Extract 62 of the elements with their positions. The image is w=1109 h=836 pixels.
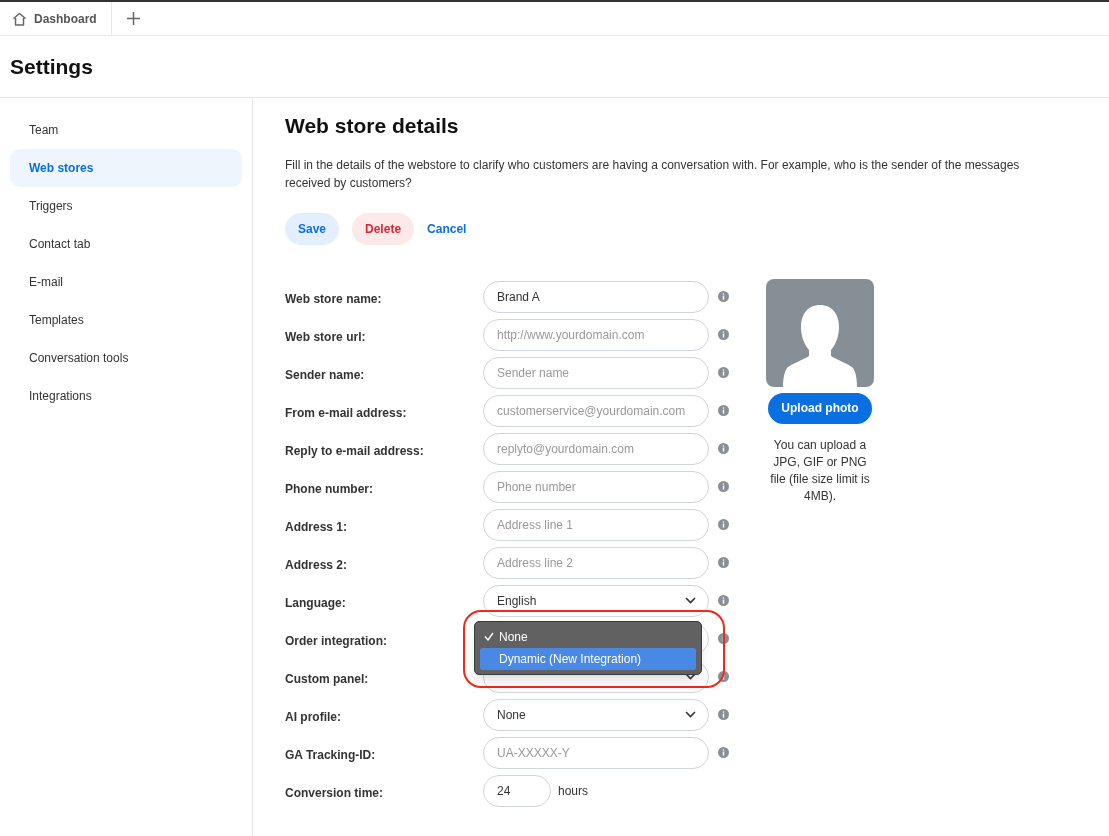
sidebar-item[interactable]: Triggers — [10, 187, 242, 225]
checkmark-icon — [484, 632, 494, 641]
field-label: Custom panel: — [285, 670, 370, 688]
plus-icon — [127, 12, 141, 25]
text-field[interactable]: customerservice@yourdomain.com — [483, 394, 709, 427]
unit-label: hours — [558, 782, 589, 800]
sidebar-item[interactable]: Conversation tools — [10, 339, 242, 377]
sidebar-item[interactable]: Templates — [10, 301, 242, 339]
section-title: Web store details — [285, 113, 459, 139]
field-label: Reply to e-mail address: — [285, 442, 425, 460]
page-title: Settings — [10, 53, 93, 80]
text-field[interactable]: Sender name — [483, 356, 709, 389]
field-label: From e-mail address: — [285, 404, 408, 422]
info-icon — [718, 595, 729, 606]
field-label: Web store name: — [285, 290, 383, 308]
info-icon — [718, 671, 729, 682]
text-field[interactable]: Brand A — [483, 280, 709, 313]
text-field[interactable]: Phone number — [483, 470, 709, 503]
field-label: Address 1: — [285, 518, 349, 536]
sidebar-item[interactable]: Team — [10, 111, 242, 149]
field-label: Sender name: — [285, 366, 366, 384]
info-icon — [718, 329, 729, 340]
field-label: Language: — [285, 594, 347, 612]
field-label: Web store url: — [285, 328, 367, 346]
save-button[interactable]: Save — [285, 212, 340, 245]
info-icon — [718, 519, 729, 530]
field-label: Address 2: — [285, 556, 349, 574]
info-icon — [718, 557, 729, 568]
field-label: AI profile: — [285, 708, 342, 726]
chevron-down-icon — [685, 711, 696, 718]
sidebar-item[interactable]: Contact tab — [10, 225, 242, 263]
field-label: Order integration: — [285, 632, 388, 650]
field-label: GA Tracking-ID: — [285, 746, 377, 764]
info-icon — [718, 747, 729, 758]
info-icon — [718, 709, 729, 720]
sidebar-item[interactable]: Integrations — [10, 377, 242, 415]
upload-photo-button[interactable]: Upload photo — [768, 392, 872, 424]
cancel-link[interactable]: Cancel — [427, 212, 467, 245]
delete-button[interactable]: Delete — [352, 212, 415, 245]
info-icon — [718, 367, 729, 378]
field-label: Conversion time: — [285, 784, 384, 802]
info-icon — [718, 405, 729, 416]
info-icon — [718, 481, 729, 492]
info-icon — [718, 633, 729, 644]
home-icon — [12, 11, 27, 26]
sidebar-item[interactable]: E-mail — [10, 263, 242, 301]
text-field[interactable]: Address line 1 — [483, 508, 709, 541]
upload-note: You can upload a JPG, GIF or PNG file (file size limit is 4MB). — [769, 436, 871, 505]
text-field[interactable]: http://www.yourdomain.com — [483, 318, 709, 351]
text-field[interactable]: replyto@yourdomain.com — [483, 432, 709, 465]
info-icon — [718, 443, 729, 454]
section-description: Fill in the details of the webstore to clarify who customers are having a conversation with. For example, who is the sender of the messages received by customers? — [285, 156, 1021, 192]
field-label: Phone number: — [285, 480, 374, 498]
info-icon — [718, 291, 729, 302]
dashboard-tab[interactable]: Dashboard — [0, 2, 112, 35]
dropdown-option[interactable]: Dynamic (New Integration) — [480, 647, 696, 670]
text-field[interactable]: UA-XXXXX-Y — [483, 736, 709, 769]
text-field[interactable]: Address line 2 — [483, 546, 709, 579]
sidebar-item[interactable]: Web stores — [10, 149, 242, 187]
chevron-down-icon — [685, 597, 696, 604]
number-field[interactable]: 24 — [483, 774, 551, 807]
dropdown-option[interactable]: None — [480, 625, 696, 648]
